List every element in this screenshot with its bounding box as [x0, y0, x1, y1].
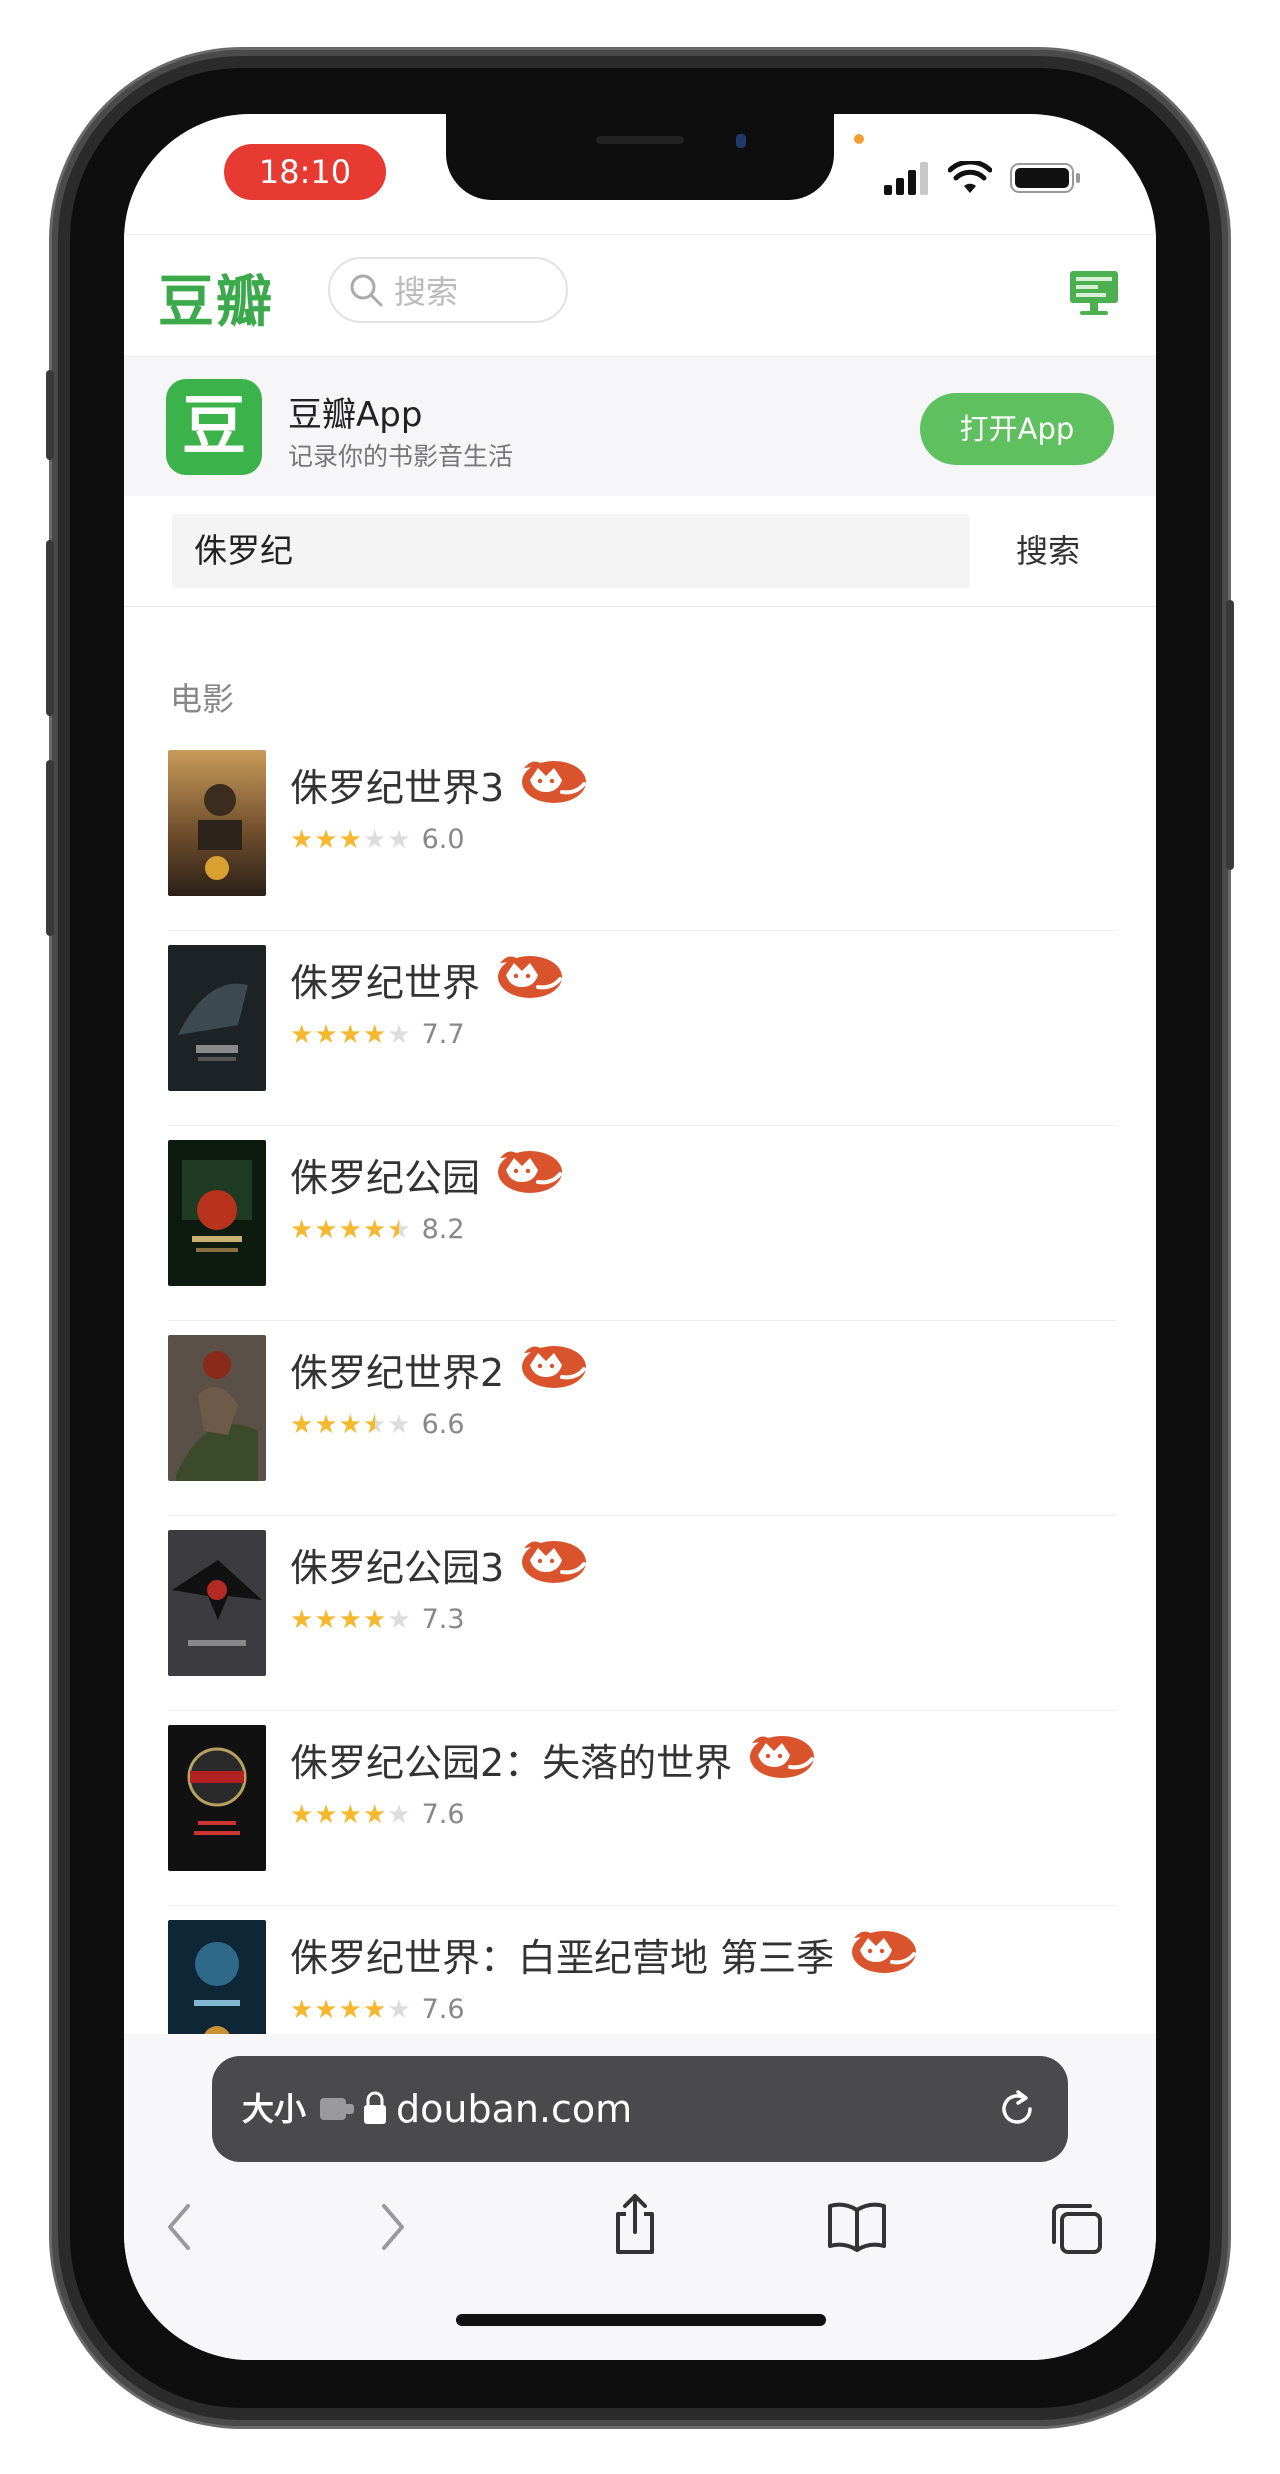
list-item[interactable]: 侏罗纪世界2 ★★★★★★ 6.6: [168, 1321, 1116, 1516]
rating-score: 7.7: [421, 1019, 465, 1050]
star-rating: ★★★★★★: [290, 1409, 412, 1440]
movie-rating: ★★★★★★ 6.6: [290, 1409, 465, 1440]
movie-rating: ★★★★★ 7.6: [290, 1799, 465, 1830]
fox-icon: [494, 1144, 564, 1205]
movie-title-text: 侏罗纪世界: [290, 961, 481, 1005]
movie-poster[interactable]: [168, 750, 266, 896]
movie-poster[interactable]: [168, 1725, 266, 1871]
movie-title[interactable]: 侏罗纪世界2: [290, 1339, 588, 1400]
app-name: 豆瓣App: [288, 395, 423, 435]
star-rating: ★★★★★: [290, 1799, 412, 1830]
header-search-placeholder: 搜索: [394, 273, 459, 311]
movie-rating: ★★★★★ 7.3: [290, 1604, 465, 1635]
wifi-icon: [948, 161, 992, 193]
star-rating: ★★★★★: [290, 1604, 412, 1635]
search-button[interactable]: 搜索: [1016, 514, 1080, 588]
movie-rating: ★★★★★ 7.7: [290, 1019, 465, 1050]
movie-title[interactable]: 侏罗纪公园3: [290, 1534, 588, 1595]
movie-poster[interactable]: [168, 1530, 266, 1676]
movie-title[interactable]: 侏罗纪公园: [290, 1144, 564, 1205]
forward-icon[interactable]: [372, 2200, 412, 2254]
section-title-movies: 电影: [170, 680, 235, 718]
lock-icon: [364, 2091, 386, 2124]
fox-icon: [518, 754, 588, 815]
star-rating: ★★★★★: [290, 1994, 412, 2025]
status-icons: [884, 158, 1082, 198]
movie-title-text: 侏罗纪公园3: [290, 1546, 505, 1590]
open-app-button[interactable]: 打开App: [920, 393, 1114, 465]
volume-up-button: [46, 540, 54, 716]
movie-title[interactable]: 侏罗纪世界3: [290, 754, 588, 815]
bookmarks-icon[interactable]: [826, 2200, 888, 2254]
mute-switch: [46, 370, 54, 460]
douban-app-icon: 豆: [166, 379, 262, 475]
home-indicator[interactable]: [456, 2314, 826, 2326]
tabs-icon[interactable]: [1048, 2200, 1106, 2258]
power-button: [1226, 600, 1234, 870]
movie-title-text: 侏罗纪世界2: [290, 1351, 505, 1395]
volume-down-button: [46, 760, 54, 936]
signal-icon: [884, 162, 928, 195]
text-size-button[interactable]: 大小: [242, 2056, 306, 2162]
list-item[interactable]: 侏罗纪公园 ★★★★★★ 8.2: [168, 1126, 1116, 1321]
mic-indicator-dot: [854, 134, 864, 144]
movie-title-text: 侏罗纪公园: [290, 1156, 481, 1200]
battery-icon: [1010, 163, 1080, 193]
movie-poster[interactable]: [168, 945, 266, 1091]
movie-title[interactable]: 侏罗纪世界: [290, 949, 564, 1010]
rating-score: 6.6: [421, 1409, 465, 1440]
app-description: 记录你的书影音生活: [288, 442, 514, 471]
douban-logo[interactable]: 豆瓣: [158, 257, 274, 338]
fox-icon: [518, 1534, 588, 1595]
front-camera: [736, 134, 746, 148]
list-item[interactable]: 侏罗纪公园2：失落的世界 ★★★★★ 7.6: [168, 1711, 1116, 1906]
movie-title-text: 侏罗纪世界3: [290, 766, 505, 810]
rating-score: 7.3: [421, 1604, 465, 1635]
rating-score: 7.6: [421, 1799, 465, 1830]
rating-score: 6.0: [421, 824, 465, 855]
star-rating: ★★★★★★: [290, 1214, 412, 1245]
speaker-grille: [596, 136, 684, 144]
rating-score: 7.6: [421, 1994, 465, 2025]
list-item[interactable]: 侏罗纪世界 ★★★★★ 7.7: [168, 931, 1116, 1126]
desktop-version-icon[interactable]: [1068, 269, 1120, 317]
movie-title[interactable]: 侏罗纪公园2：失落的世界: [290, 1729, 816, 1790]
reload-icon[interactable]: [996, 2088, 1038, 2130]
url-text[interactable]: douban.com: [396, 2056, 632, 2162]
site-header: 豆瓣 搜索: [124, 234, 1156, 357]
header-search-box[interactable]: 搜索: [328, 257, 568, 323]
list-item[interactable]: 侏罗纪世界3 ★★★★★ 6.0: [168, 736, 1116, 931]
notch: [446, 114, 834, 200]
movie-rating: ★★★★★ 7.6: [290, 1994, 465, 2025]
list-item[interactable]: 侏罗纪公园3 ★★★★★ 7.3: [168, 1516, 1116, 1711]
movie-title-text: 侏罗纪世界：白垩纪营地 第三季: [290, 1936, 835, 1980]
search-input[interactable]: 侏罗纪: [172, 514, 970, 588]
share-icon[interactable]: [610, 2192, 660, 2256]
movie-poster[interactable]: [168, 1335, 266, 1481]
search-bar: 侏罗纪 搜索: [124, 496, 1156, 607]
extension-icon[interactable]: [318, 2094, 358, 2124]
address-bar[interactable]: 大小 douban.com: [212, 2056, 1068, 2162]
movie-title[interactable]: 侏罗纪世界：白垩纪营地 第三季: [290, 1924, 918, 1985]
search-icon: [350, 274, 383, 307]
fox-icon: [848, 1924, 918, 1985]
fox-icon: [518, 1339, 588, 1400]
star-rating: ★★★★★: [290, 1019, 412, 1050]
movie-poster[interactable]: [168, 1140, 266, 1286]
browser-toolbar: 大小 douban.com: [124, 2034, 1156, 2360]
star-rating: ★★★★★: [290, 824, 412, 855]
rating-score: 8.2: [421, 1214, 465, 1245]
status-time[interactable]: 18:10: [224, 144, 386, 200]
movie-title-text: 侏罗纪公园2：失落的世界: [290, 1741, 733, 1785]
app-download-banner: 豆 豆瓣App 记录你的书影音生活 打开App: [124, 356, 1156, 498]
movie-rating: ★★★★★★ 8.2: [290, 1214, 465, 1245]
results-list: 侏罗纪世界3 ★★★★★ 6.0 侏罗纪世界 ★★★★★ 7.7 侏罗纪公园 ★…: [124, 736, 1156, 2100]
movie-rating: ★★★★★ 6.0: [290, 824, 465, 855]
screen: 18:10 豆瓣 搜索 豆 豆瓣App 记录你的书影音生活 打开App 侏罗纪 …: [124, 114, 1156, 2360]
fox-icon: [494, 949, 564, 1010]
fox-icon: [746, 1729, 816, 1790]
back-icon[interactable]: [160, 2200, 200, 2254]
